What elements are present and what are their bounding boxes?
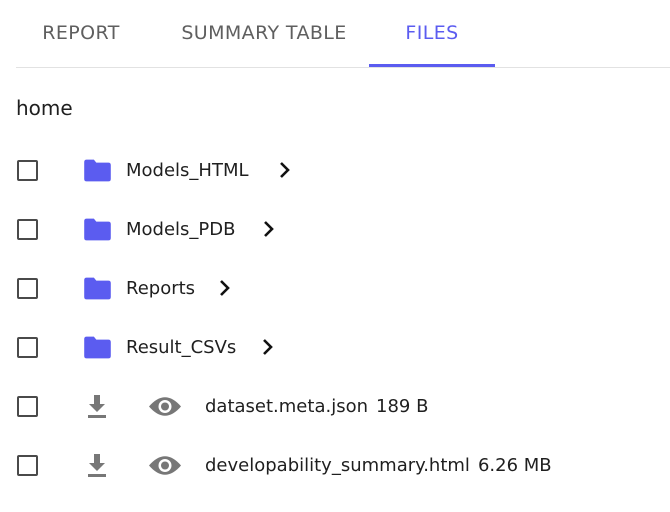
folder-name[interactable]: Reports xyxy=(126,259,195,318)
row-checkbox[interactable] xyxy=(17,219,38,240)
folder-row[interactable]: Models_PDB xyxy=(0,200,670,259)
download-icon[interactable] xyxy=(86,394,108,419)
folder-icon xyxy=(84,218,111,241)
file-name[interactable]: dataset.meta.json 189 B xyxy=(205,377,428,436)
tab-summary-table[interactable]: SUMMARY TABLE xyxy=(154,0,374,66)
folder-icon xyxy=(84,336,111,359)
tab-report[interactable]: REPORT xyxy=(16,0,146,66)
row-checkbox[interactable] xyxy=(17,337,38,358)
eye-icon[interactable] xyxy=(148,395,182,418)
row-checkbox[interactable] xyxy=(17,278,38,299)
folder-row[interactable]: Reports xyxy=(0,259,670,318)
download-icon[interactable] xyxy=(86,453,108,478)
folder-name[interactable]: Models_PDB xyxy=(126,200,236,259)
tab-bar: REPORT SUMMARY TABLE FILES xyxy=(16,0,670,68)
chevron-right-icon[interactable] xyxy=(218,279,230,297)
file-name[interactable]: developability_summary.html 6.26 MB xyxy=(205,436,552,495)
active-tab-indicator xyxy=(369,64,495,67)
folder-icon xyxy=(84,159,111,182)
file-name-text[interactable]: dataset.meta.json xyxy=(205,396,368,417)
eye-icon[interactable] xyxy=(148,454,182,477)
file-name-text[interactable]: developability_summary.html xyxy=(205,455,470,476)
file-row[interactable]: developability_summary.html 6.26 MB xyxy=(0,436,670,495)
file-size: 6.26 MB xyxy=(477,455,552,476)
row-checkbox[interactable] xyxy=(17,160,38,181)
folder-name[interactable]: Result_CSVs xyxy=(126,318,236,377)
tab-files[interactable]: FILES xyxy=(369,0,495,66)
chevron-right-icon[interactable] xyxy=(262,220,274,238)
file-size: 189 B xyxy=(376,396,429,417)
folder-row[interactable]: Models_HTML xyxy=(0,141,670,200)
folder-row[interactable]: Result_CSVs xyxy=(0,318,670,377)
folder-icon xyxy=(84,277,111,300)
breadcrumb[interactable]: home xyxy=(16,96,73,120)
row-checkbox[interactable] xyxy=(17,455,38,476)
row-checkbox[interactable] xyxy=(17,396,38,417)
chevron-right-icon[interactable] xyxy=(261,338,273,356)
folder-name[interactable]: Models_HTML xyxy=(126,141,249,200)
file-row[interactable]: dataset.meta.json 189 B xyxy=(0,377,670,436)
chevron-right-icon[interactable] xyxy=(278,161,290,179)
